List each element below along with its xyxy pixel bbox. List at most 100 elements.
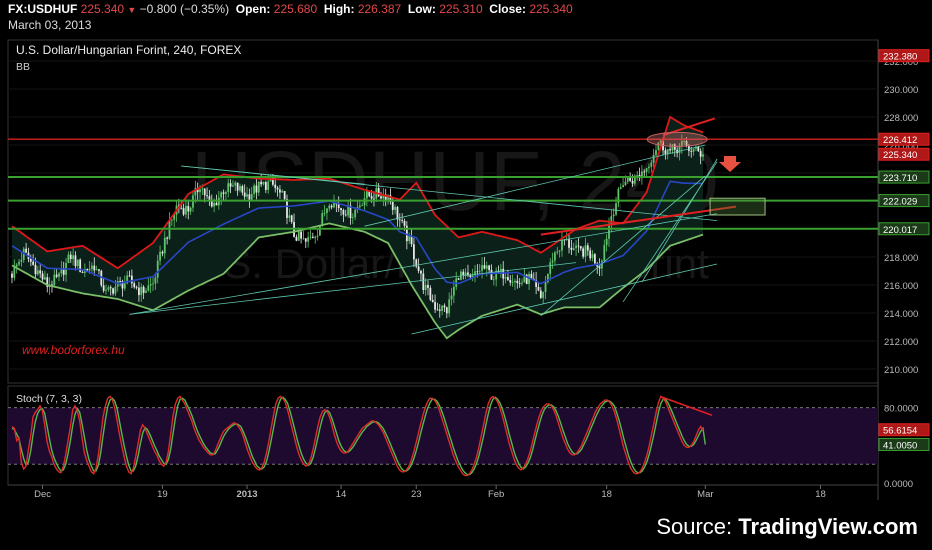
candle-body — [394, 207, 397, 210]
candle-body — [304, 238, 307, 242]
candle-body — [699, 151, 702, 157]
candle-body — [152, 283, 154, 285]
candle-body — [264, 182, 267, 190]
candle-body — [636, 175, 639, 176]
candle-body — [558, 250, 561, 252]
candle-body — [516, 280, 519, 284]
candle-body — [342, 210, 345, 215]
price-tick-label: 212.000 — [884, 337, 918, 348]
candle-body — [239, 186, 241, 191]
candle-body — [648, 166, 650, 169]
candle-body — [582, 248, 585, 257]
candle-body — [123, 283, 126, 289]
candle-body — [420, 270, 422, 274]
candle-body — [417, 266, 420, 271]
candle-body — [138, 287, 140, 296]
candle-body — [537, 286, 540, 291]
indicator-label: BB — [16, 61, 30, 73]
candle-body — [605, 238, 608, 246]
candle-body — [32, 261, 35, 265]
price-label: 232.380 — [883, 52, 917, 63]
candle-body — [283, 190, 286, 200]
candle-body — [55, 274, 58, 277]
candle-body — [276, 187, 279, 190]
candle-body — [422, 273, 425, 290]
candle-body — [380, 196, 382, 199]
candle-body — [267, 181, 270, 190]
candle-body — [504, 277, 507, 279]
candle-body — [457, 278, 460, 280]
candle-body — [72, 255, 75, 260]
candle-body — [702, 154, 704, 157]
watermark-url: www.bodorforex.hu — [22, 343, 125, 357]
candle-body — [556, 251, 559, 253]
candle-body — [589, 250, 592, 259]
candle-body — [434, 302, 436, 310]
candle-body — [220, 192, 223, 198]
stoch-value-label: 41.0050 — [883, 440, 917, 451]
candle-body — [593, 254, 596, 264]
candle-body — [321, 213, 324, 226]
candle-body — [655, 150, 657, 155]
candle-body — [591, 254, 594, 259]
candle-body — [199, 189, 201, 193]
source-credit: Source: TradingView.com — [656, 514, 918, 540]
candle-body — [236, 182, 239, 191]
stoch-title: Stoch (7, 3, 3) — [16, 393, 82, 405]
candle-body — [145, 290, 147, 293]
candle-body — [692, 148, 695, 152]
price-tick-label: 214.000 — [884, 309, 918, 320]
stoch-tick-label: 80.0000 — [884, 404, 918, 415]
candle-body — [140, 286, 143, 296]
candle-body — [622, 185, 624, 188]
candle-body — [629, 177, 632, 181]
candle-body — [488, 265, 491, 270]
candle-body — [159, 251, 161, 261]
candle-body — [518, 283, 521, 284]
candle-body — [88, 268, 91, 271]
candle-body — [62, 269, 65, 275]
candle-body — [187, 205, 190, 212]
candle-body — [363, 198, 366, 206]
candle-body — [584, 245, 587, 257]
candle-body — [262, 182, 265, 185]
candle-body — [25, 248, 28, 253]
candle-body — [15, 264, 18, 267]
candle-body — [448, 299, 451, 314]
candle-body — [391, 202, 394, 210]
candle-body — [330, 205, 333, 208]
candle-body — [652, 154, 655, 163]
price-label: 223.710 — [883, 173, 917, 184]
candle-body — [286, 199, 288, 218]
candle-body — [344, 214, 347, 216]
candle-body — [253, 185, 255, 194]
candle-body — [377, 187, 380, 197]
candle-body — [182, 208, 185, 215]
candle-body — [462, 271, 465, 276]
candle-body — [431, 299, 434, 303]
candle-body — [257, 181, 260, 193]
candle-body — [549, 262, 552, 274]
candle-body — [370, 196, 373, 199]
chart-canvas[interactable]: USDHUF, 240U.S. Dollar/Hungarian Forint2… — [0, 0, 932, 550]
candle-body — [91, 265, 93, 269]
candle-body — [74, 255, 77, 267]
candle-body — [206, 195, 208, 197]
candle-body — [478, 270, 481, 272]
candle-body — [450, 295, 453, 300]
candle-body — [669, 149, 671, 151]
candle-body — [408, 235, 411, 242]
candle-body — [361, 205, 364, 207]
candle-body — [69, 254, 72, 260]
target-box — [709, 197, 766, 216]
candle-body — [612, 214, 615, 217]
candle-body — [11, 273, 13, 278]
candle-body — [481, 265, 483, 271]
price-label: 222.029 — [883, 197, 917, 208]
candle-body — [58, 273, 60, 277]
time-tick-label: 14 — [336, 489, 347, 500]
price-label: 226.412 — [883, 135, 917, 146]
candle-body — [476, 271, 479, 273]
candle-body — [241, 186, 244, 193]
candle-body — [250, 193, 253, 200]
